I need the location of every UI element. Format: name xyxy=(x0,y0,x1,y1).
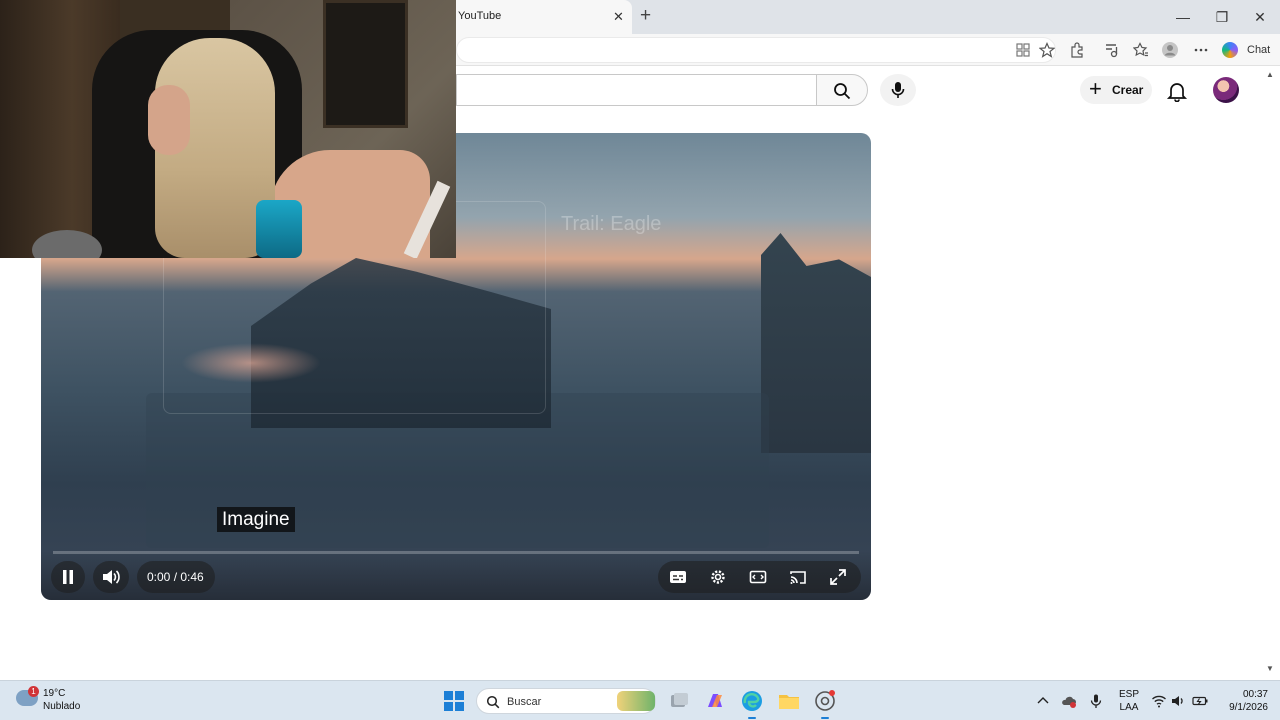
volume-button[interactable] xyxy=(93,561,129,593)
extensions-icon[interactable] xyxy=(1069,42,1085,58)
youtube-search-input[interactable] xyxy=(456,74,816,106)
speaker-icon[interactable] xyxy=(1170,693,1186,709)
cast-button[interactable] xyxy=(789,568,807,586)
weather-temperature[interactable]: 19°C xyxy=(43,688,65,699)
task-view-icon[interactable] xyxy=(667,689,691,713)
clock-date: 9/1/2026 xyxy=(1229,702,1268,713)
keyboard-layout: LAA xyxy=(1119,702,1139,713)
wifi-icon[interactable] xyxy=(1151,693,1167,709)
notifications-button[interactable] xyxy=(1166,80,1188,103)
language-indicator[interactable]: ESP LAA xyxy=(1118,688,1140,714)
plus-icon: + xyxy=(1089,76,1102,101)
settings-icon xyxy=(711,570,725,584)
copilot-icon xyxy=(1222,42,1238,58)
subtitles-icon xyxy=(670,571,686,583)
search-icon xyxy=(486,695,500,709)
windows-start-icon[interactable] xyxy=(444,691,464,711)
chrome-icon[interactable] xyxy=(813,689,837,719)
webcam-overlay xyxy=(0,0,456,258)
new-tab-button[interactable]: + xyxy=(640,6,651,26)
progress-bar[interactable] xyxy=(53,551,859,554)
video-scene-mountain xyxy=(761,233,871,453)
weather-badge: 1 xyxy=(28,686,39,697)
time-text: 0:00 / 0:46 xyxy=(147,570,204,584)
close-window-button[interactable]: ✕ xyxy=(1247,6,1273,28)
webcam-person-face xyxy=(148,85,190,155)
time-display: 0:00 / 0:46 xyxy=(137,561,215,593)
show-hidden-icons[interactable] xyxy=(1035,693,1051,709)
player-right-controls xyxy=(658,561,861,593)
theater-mode-button[interactable] xyxy=(749,568,767,586)
tab-youtube[interactable]: YouTube ✕ xyxy=(447,0,632,34)
chat-label: Chat xyxy=(1247,44,1271,56)
pause-icon xyxy=(63,570,73,584)
clock-time: 00:37 xyxy=(1242,689,1268,700)
webcam-microphone xyxy=(256,200,302,258)
edge-icon[interactable] xyxy=(740,689,764,719)
windows-taskbar: 1 19°C Nublado Buscar ESP LAA 00:37 9/1/… xyxy=(0,680,1280,720)
favorites-list-icon[interactable] xyxy=(1133,42,1149,58)
profile-icon[interactable] xyxy=(1162,42,1178,58)
scroll-down-arrow[interactable]: ▼ xyxy=(1266,664,1274,673)
more-options-icon[interactable] xyxy=(1193,42,1209,58)
address-bar[interactable] xyxy=(456,37,1056,63)
subtitles-button[interactable] xyxy=(669,568,687,586)
copilot-app-icon[interactable] xyxy=(703,689,727,713)
scroll-up-arrow[interactable]: ▲ xyxy=(1266,70,1274,79)
restore-button[interactable]: ❐ xyxy=(1209,6,1235,28)
app-available-icon[interactable] xyxy=(1015,42,1031,58)
tab-title: YouTube xyxy=(458,10,502,22)
settings-button[interactable] xyxy=(709,568,727,586)
fullscreen-icon xyxy=(830,569,846,585)
weather-description[interactable]: Nublado xyxy=(43,701,80,712)
pause-button[interactable] xyxy=(51,561,85,593)
tab-close-icon[interactable]: ✕ xyxy=(613,9,624,25)
theater-icon xyxy=(749,570,767,584)
battery-icon[interactable] xyxy=(1192,693,1208,709)
copilot-chat-button[interactable]: Chat xyxy=(1218,38,1274,62)
mic-icon[interactable] xyxy=(1088,693,1104,709)
video-overlay-title: Trail: Eagle xyxy=(561,213,662,235)
create-label: Crear xyxy=(1112,83,1144,97)
webcam-picture-frame xyxy=(323,0,408,128)
taskbar-search-placeholder: Buscar xyxy=(507,696,542,708)
taskbar-search-input[interactable]: Buscar xyxy=(476,688,656,714)
search-highlight-image xyxy=(617,691,655,711)
fullscreen-button[interactable] xyxy=(829,568,847,586)
voice-search-button[interactable] xyxy=(880,74,916,106)
video-caption: Imagine xyxy=(217,507,295,532)
bell-icon xyxy=(1166,83,1188,103)
account-avatar[interactable] xyxy=(1213,77,1239,103)
favorite-star-icon[interactable] xyxy=(1039,42,1055,58)
volume-icon xyxy=(103,570,120,584)
onedrive-icon[interactable] xyxy=(1061,693,1077,709)
minimize-button[interactable]: — xyxy=(1170,6,1196,28)
media-control-icon[interactable] xyxy=(1103,42,1119,58)
system-clock[interactable]: 00:37 9/1/2026 xyxy=(1212,688,1268,714)
cast-icon xyxy=(790,571,806,584)
mic-icon xyxy=(891,82,905,98)
create-button[interactable]: + Crear xyxy=(1080,76,1152,104)
language-code: ESP xyxy=(1118,689,1139,700)
file-explorer-icon[interactable] xyxy=(777,689,801,713)
player-controls: 0:00 / 0:46 xyxy=(41,551,871,600)
search-icon xyxy=(834,83,851,100)
youtube-search-button[interactable] xyxy=(816,74,868,106)
